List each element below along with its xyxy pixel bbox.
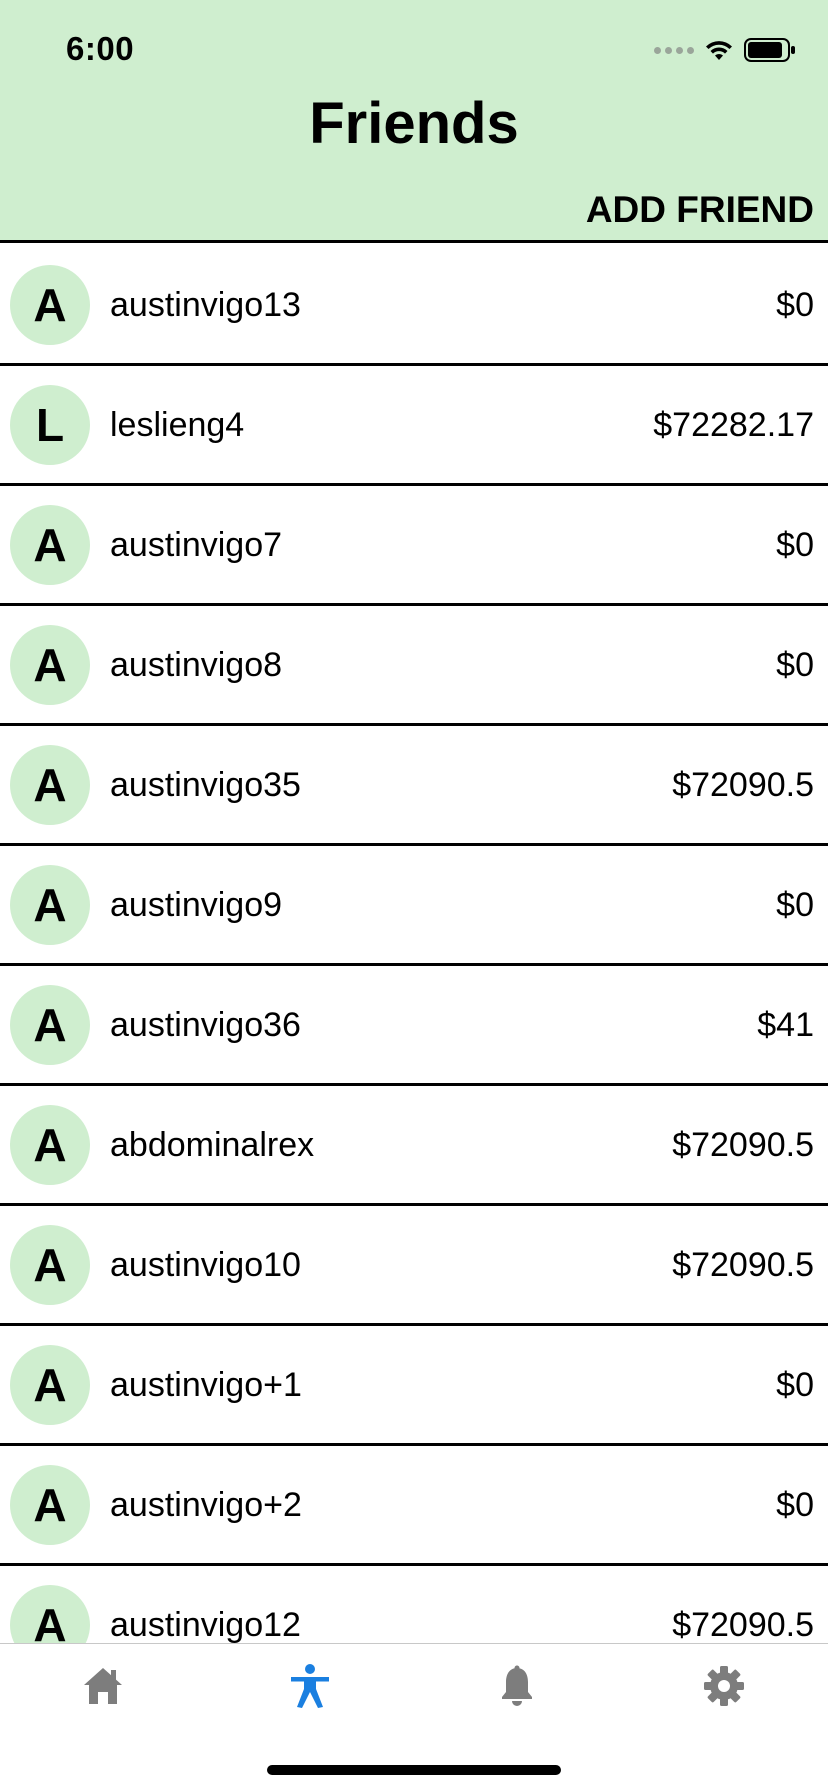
friend-balance: $0 (776, 1486, 814, 1524)
tab-home[interactable] (73, 1660, 133, 1712)
friend-name: austinvigo35 (110, 766, 301, 804)
friend-name: austinvigo13 (110, 286, 301, 324)
friend-name: austinvigo+1 (110, 1366, 302, 1404)
friend-list[interactable]: A austinvigo13 $0 L leslieng4 $72282.17 … (0, 246, 828, 1644)
friend-name: austinvigo+2 (110, 1486, 302, 1524)
friend-balance: $0 (776, 526, 814, 564)
avatar: A (10, 265, 90, 345)
friend-row[interactable]: A austinvigo36 $41 (0, 966, 828, 1086)
avatar: A (10, 865, 90, 945)
friend-row[interactable]: A austinvigo35 $72090.5 (0, 726, 828, 846)
friend-balance: $0 (776, 646, 814, 684)
friend-balance: $72090.5 (672, 1246, 814, 1284)
avatar: A (10, 1585, 90, 1644)
friend-balance: $72090.5 (672, 1606, 814, 1644)
friend-balance: $72282.17 (653, 406, 814, 444)
friend-balance: $72090.5 (672, 766, 814, 804)
friend-row[interactable]: A austinvigo9 $0 (0, 846, 828, 966)
friend-row[interactable]: L leslieng4 $72282.17 (0, 366, 828, 486)
page-title: Friends (309, 91, 519, 156)
avatar: A (10, 1465, 90, 1545)
cellular-signal-icon (654, 46, 694, 54)
friend-balance: $72090.5 (672, 1126, 814, 1164)
friend-name: abdominalrex (110, 1126, 315, 1164)
home-icon (84, 1668, 122, 1704)
tab-notifications[interactable] (487, 1660, 547, 1712)
avatar: A (10, 745, 90, 825)
friend-name: austinvigo12 (110, 1606, 301, 1644)
avatar: A (10, 1345, 90, 1425)
friend-balance: $41 (757, 1006, 814, 1044)
tab-settings[interactable] (694, 1660, 754, 1712)
friend-row[interactable]: A austinvigo+2 $0 (0, 1446, 828, 1566)
friend-balance: $0 (776, 886, 814, 924)
friend-name: austinvigo9 (110, 886, 283, 924)
friend-row[interactable]: A austinvigo8 $0 (0, 606, 828, 726)
avatar: A (10, 1225, 90, 1305)
header: 6:00 Friends ADD FRIEND (0, 0, 828, 243)
avatar: L (10, 385, 90, 465)
gear-icon (704, 1666, 744, 1706)
add-friend-button[interactable]: ADD FRIEND (586, 189, 814, 231)
friend-row[interactable]: A austinvigo10 $72090.5 (0, 1206, 828, 1326)
friend-row[interactable]: A austinvigo13 $0 (0, 246, 828, 366)
status-icons (654, 36, 796, 64)
bell-icon (502, 1665, 532, 1706)
avatar: A (10, 505, 90, 585)
status-time: 6:00 (66, 30, 135, 67)
friend-balance: $0 (776, 286, 814, 324)
friend-row[interactable]: A austinvigo12 $72090.5 (0, 1566, 828, 1644)
friend-name: austinvigo10 (110, 1246, 301, 1284)
friend-balance: $0 (776, 1366, 814, 1404)
avatar: A (10, 625, 90, 705)
tab-friends[interactable] (280, 1660, 340, 1712)
wifi-icon (704, 38, 734, 62)
friend-row[interactable]: A abdominalrex $72090.5 (0, 1086, 828, 1206)
battery-icon (744, 38, 796, 62)
avatar: A (10, 985, 90, 1065)
friend-name: austinvigo7 (110, 526, 283, 564)
home-indicator[interactable] (267, 1765, 561, 1775)
friend-row[interactable]: A austinvigo+1 $0 (0, 1326, 828, 1446)
friend-row[interactable]: A austinvigo7 $0 (0, 486, 828, 606)
friend-name: austinvigo36 (110, 1006, 301, 1044)
friend-name: leslieng4 (110, 406, 245, 444)
friend-name: austinvigo8 (110, 646, 283, 684)
avatar: A (10, 1105, 90, 1185)
accessibility-person-icon (291, 1664, 329, 1708)
